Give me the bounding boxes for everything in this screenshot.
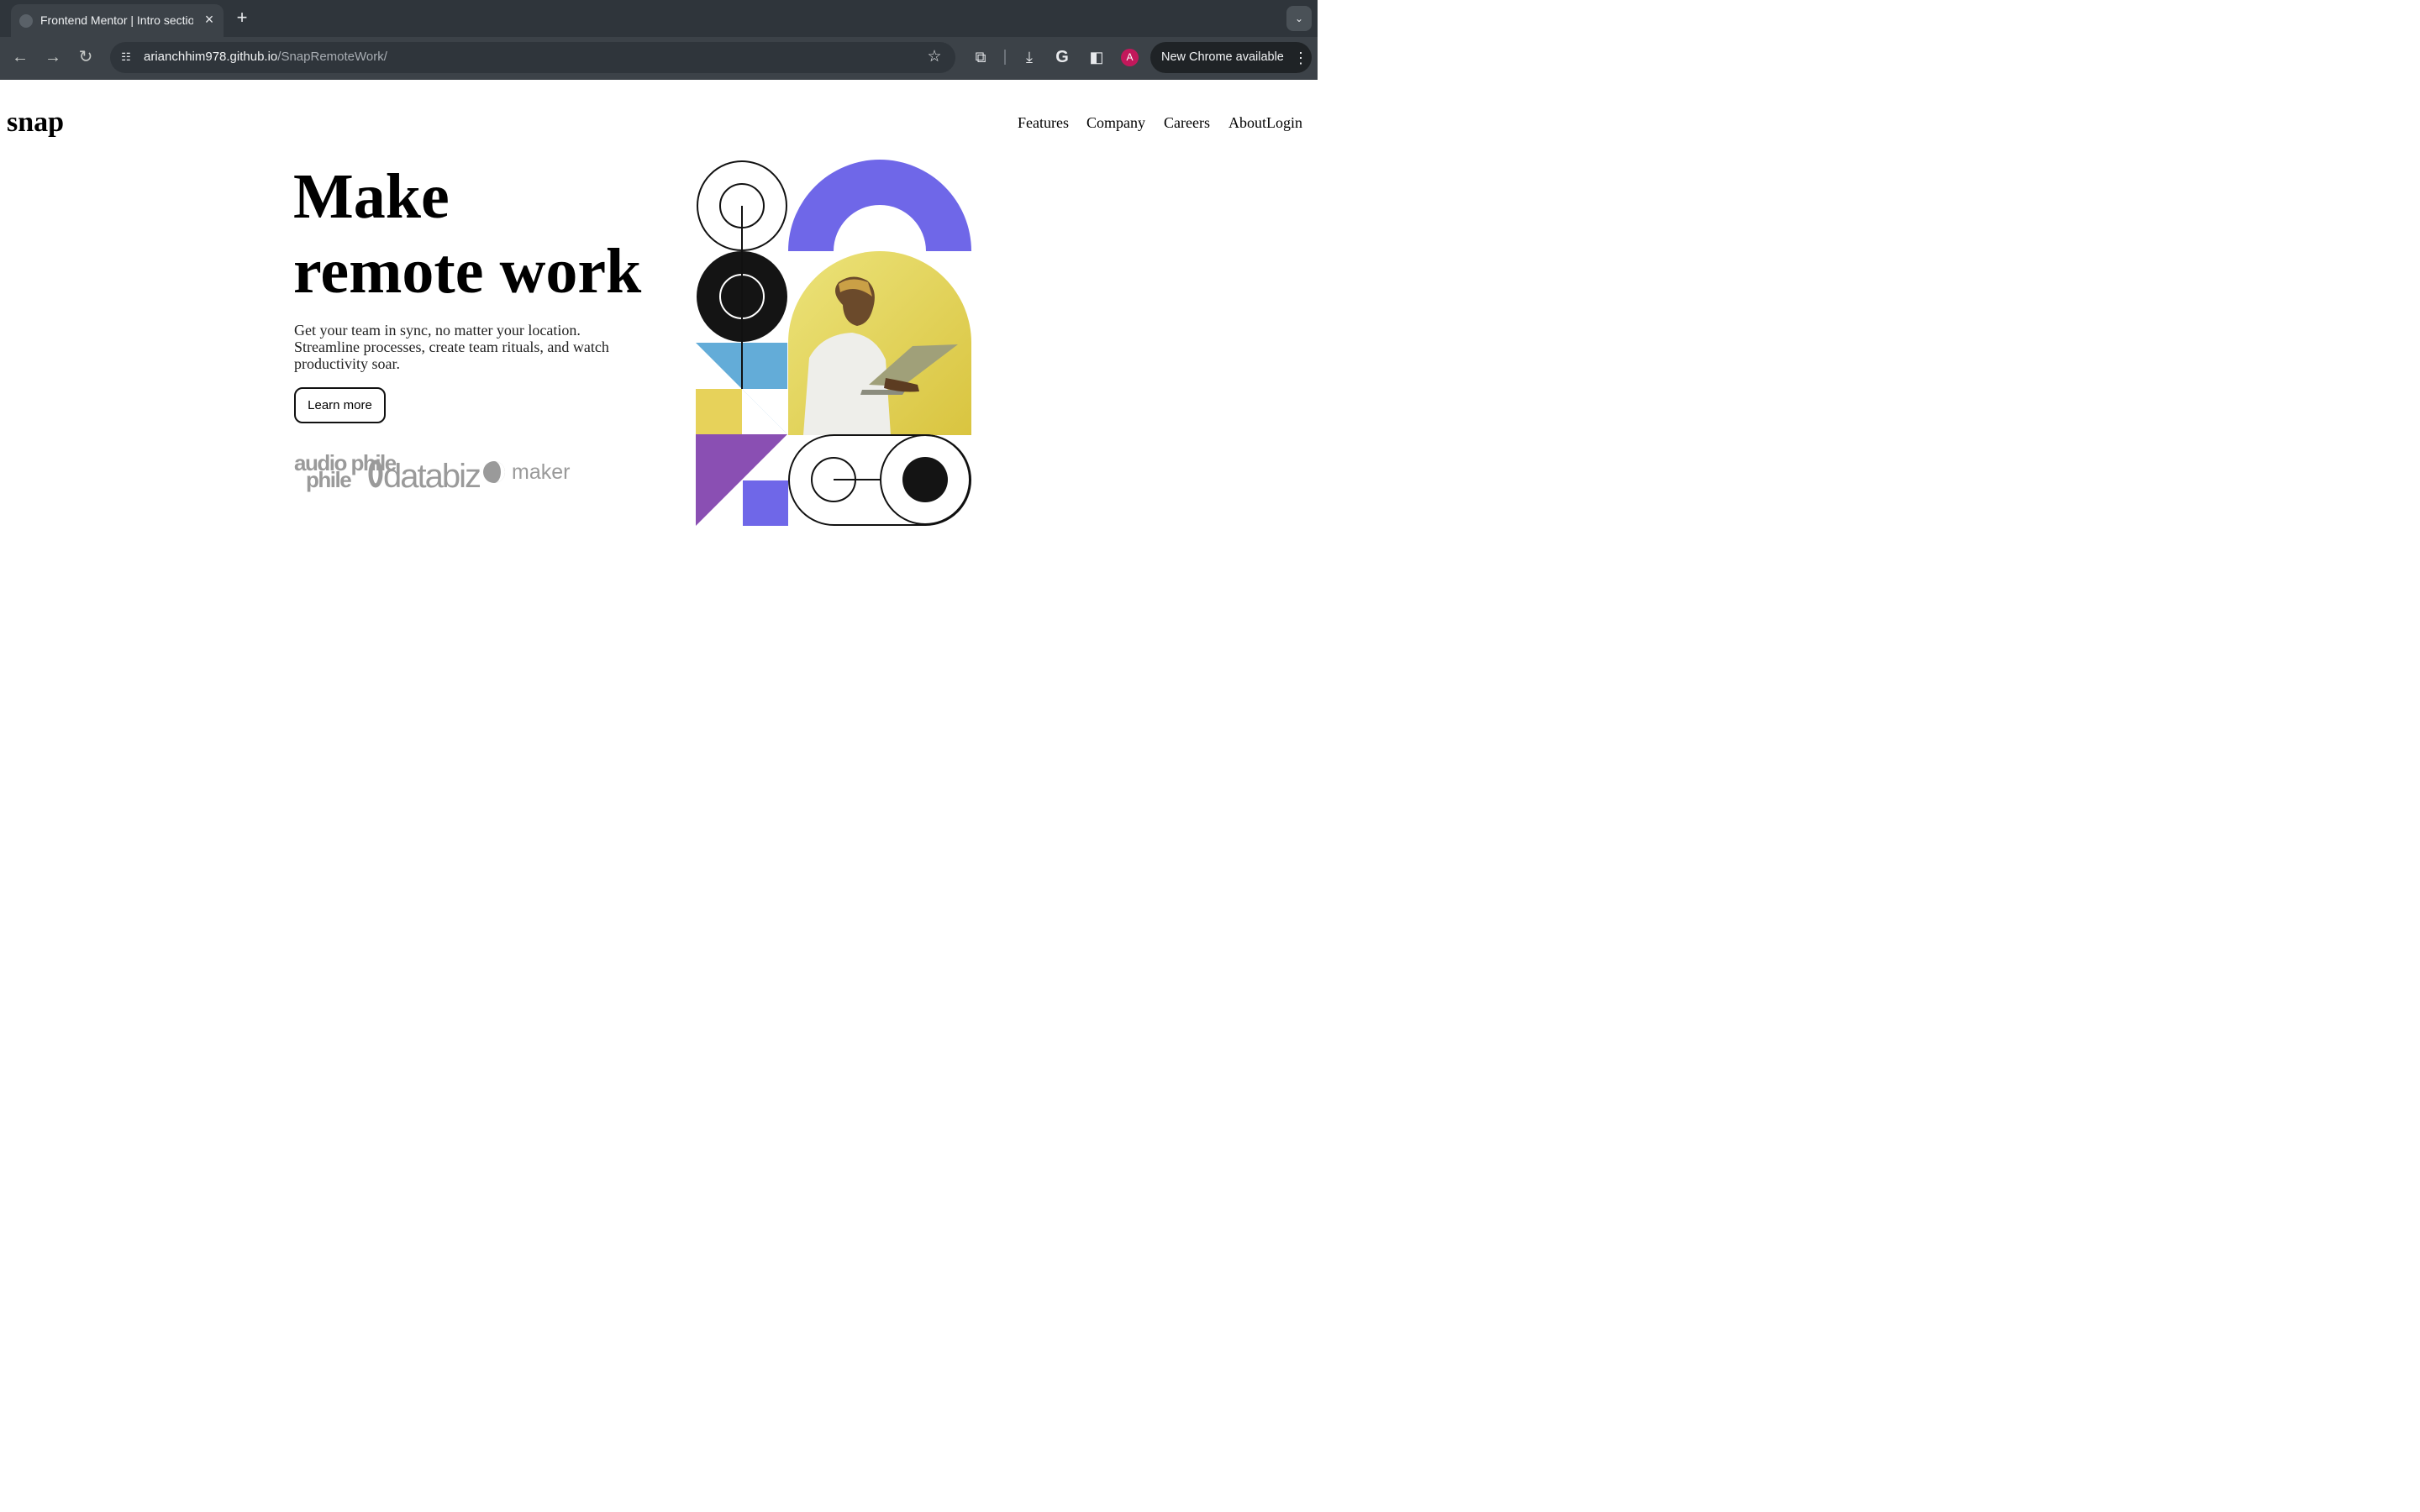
nav-login[interactable]: Login (1266, 114, 1302, 132)
svg-text:databiz: databiz (383, 458, 481, 494)
hero-title: Make remote work (293, 160, 641, 309)
nav-about[interactable]: About (1228, 114, 1266, 132)
avatar[interactable]: A (1121, 49, 1139, 66)
update-chrome-button[interactable]: New Chrome available ⋮ (1150, 42, 1312, 73)
globe-icon (19, 14, 33, 28)
forward-icon[interactable]: → (43, 47, 63, 67)
side-panel-icon[interactable]: ◧ (1086, 47, 1107, 67)
person-photo (788, 251, 971, 435)
hero-illustration (696, 160, 971, 526)
update-label: New Chrome available (1161, 50, 1284, 64)
back-icon[interactable]: ← (10, 47, 30, 67)
plus-icon[interactable]: + (233, 8, 251, 28)
download-icon[interactable]: ⤓ (1019, 47, 1039, 67)
address-bar[interactable]: ☷ arianchhim978.github.io/SnapRemoteWork… (110, 42, 955, 73)
svg-text:phile: phile (306, 467, 351, 492)
hero-title-line-1: Make (293, 161, 450, 232)
chevron-down-icon[interactable]: ⌄ (1286, 6, 1312, 31)
pill-right-dot (902, 457, 948, 502)
google-icon[interactable]: G (1052, 47, 1072, 67)
svg-text:maker: maker (512, 460, 570, 484)
site-logo[interactable]: snap (7, 107, 64, 139)
tab-title: Frontend Mentor | Intro section with dro… (40, 13, 193, 27)
browser-chrome: Frontend Mentor | Intro section with dro… (0, 0, 1318, 80)
extensions-icon[interactable]: ⧉ (971, 47, 991, 67)
close-icon[interactable]: × (201, 11, 218, 28)
purple-arch-shape (788, 160, 971, 251)
site-info-icon[interactable]: ☷ (118, 50, 134, 65)
toolbar-divider (1004, 50, 1006, 65)
hero-title-line-2: remote work (293, 236, 642, 307)
browser-tab[interactable]: Frontend Mentor | Intro section with dro… (11, 4, 224, 37)
nav-features[interactable]: Features (1018, 114, 1069, 132)
yellow-square-shape (696, 389, 742, 434)
nav-company[interactable]: Company (1086, 114, 1145, 132)
main-nav: Features Company Careers About Login (1018, 114, 1302, 132)
purple-square-shape (743, 480, 788, 526)
reload-icon[interactable]: ↻ (76, 47, 96, 67)
nav-careers[interactable]: Careers (1164, 114, 1210, 132)
client-logo-maker: maker (483, 460, 570, 484)
tab-strip: Frontend Mentor | Intro section with dro… (0, 0, 1318, 37)
hero-description: Get your team in sync, no matter your lo… (294, 322, 609, 372)
learn-more-button[interactable]: Learn more (294, 387, 386, 423)
bookmark-star-icon[interactable]: ☆ (924, 47, 944, 67)
url-text[interactable]: arianchhim978.github.io/SnapRemoteWork/ (144, 50, 387, 64)
white-triangle-shape (742, 389, 787, 434)
client-logo-databiz: databiz (368, 458, 482, 494)
client-logos: audio phile phile databiz maker (294, 452, 570, 494)
more-options-icon[interactable]: ⋮ (1293, 50, 1308, 66)
